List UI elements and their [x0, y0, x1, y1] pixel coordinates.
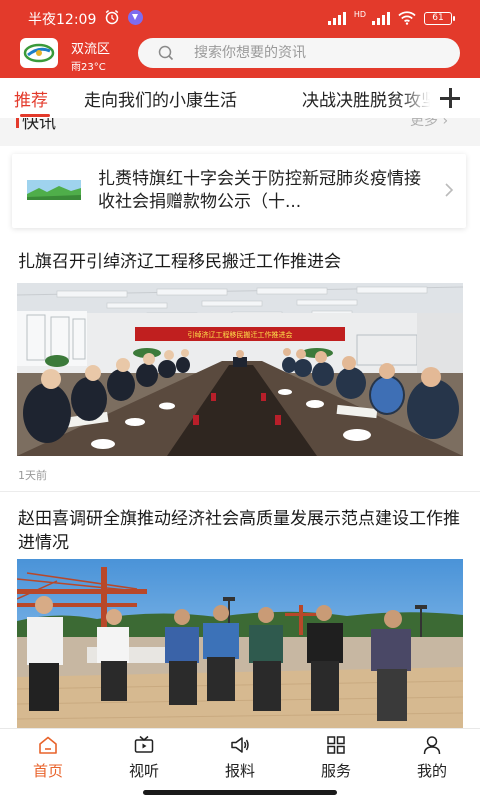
- nav-service-label: 服务: [320, 762, 351, 780]
- chevron-right-icon: [445, 183, 454, 197]
- nav-video-label: 视听: [128, 762, 159, 780]
- nav-report[interactable]: 报料: [192, 729, 288, 785]
- nav-home[interactable]: 首页: [0, 729, 96, 785]
- search-icon: [158, 45, 174, 61]
- nav-video[interactable]: 视听: [96, 729, 192, 785]
- news-title-2[interactable]: 赵田喜调研全旗推动经济社会高质量发展示范点建设工作推进情况: [18, 507, 462, 555]
- location-weather[interactable]: 双流区 雨23°C: [71, 38, 110, 73]
- alarm-icon: [105, 10, 119, 25]
- news-title-1[interactable]: 扎旗召开引绰济辽工程移民搬迁工作推进会: [18, 250, 462, 274]
- meeting-banner-text: 引绰济辽工程移民搬迁工作推进会: [188, 330, 293, 339]
- kuaixun-thumbnail: [27, 180, 81, 200]
- signal-icon-2: [372, 11, 390, 25]
- active-tab-indicator: [20, 114, 50, 117]
- signal-icon: [327, 11, 346, 25]
- add-channel-button[interactable]: [430, 78, 480, 118]
- kuaixun-item-title: 扎赉特旗红十字会关于防控新冠肺炎疫情接收社会捐赠款物公示（十...: [98, 169, 421, 212]
- status-time: 半夜12:09: [28, 12, 97, 28]
- download-notification-icon: [128, 10, 143, 25]
- home-indicator[interactable]: [143, 790, 337, 795]
- kuaixun-section-header: 快讯 更多 ›: [0, 118, 480, 146]
- news-feed[interactable]: 快讯 更多 › 扎赉特旗红十字会关于防控新冠肺炎疫情接收社会捐赠款物公示（十..…: [0, 118, 480, 728]
- channel-tabs: 推荐 走向我们的小康生活 决战决胜脱贫攻坚: [0, 78, 480, 118]
- tabs-fade: [400, 78, 430, 118]
- search-input[interactable]: [194, 43, 444, 63]
- search-bar[interactable]: [138, 38, 460, 68]
- more-link[interactable]: 更多 ›: [410, 118, 448, 130]
- person-icon: [423, 736, 441, 755]
- status-indicators: HD 61: [327, 10, 455, 26]
- section-marker: [16, 118, 19, 128]
- news-photo-2[interactable]: [17, 559, 463, 728]
- news-divider: [0, 491, 480, 492]
- grid-icon: [327, 736, 345, 754]
- tv-icon: [134, 735, 154, 753]
- kuaixun-card[interactable]: 扎赉特旗红十字会关于防控新冠肺炎疫情接收社会捐赠款物公示（十...: [12, 154, 466, 228]
- app-logo[interactable]: [20, 38, 58, 68]
- nav-mine[interactable]: 我的: [384, 729, 480, 785]
- nav-mine-label: 我的: [416, 762, 447, 780]
- status-bar: 半夜12:09 HD 61: [0, 0, 480, 34]
- app-header: 半夜12:09 HD 61 双流区 雨23°C: [0, 0, 480, 78]
- section-title: 快讯: [22, 118, 56, 133]
- nav-home-label: 首页: [32, 762, 63, 780]
- news-time-1: 1天前: [18, 469, 47, 482]
- weather-text: 雨23°C: [71, 62, 106, 73]
- news-photo-1[interactable]: 引绰济辽工程移民搬迁工作推进会: [17, 283, 463, 456]
- tab-xiaokang[interactable]: 走向我们的小康生活: [84, 86, 237, 111]
- city-name: 双流区: [71, 42, 111, 57]
- nav-service[interactable]: 服务: [288, 729, 384, 785]
- nav-report-label: 报料: [224, 762, 255, 780]
- home-icon: [39, 736, 57, 754]
- tab-recommend[interactable]: 推荐: [14, 86, 48, 111]
- megaphone-icon: [231, 737, 249, 753]
- battery-icon: 61: [424, 11, 455, 25]
- logo-mark-icon: [23, 43, 55, 63]
- wifi-icon: [398, 11, 416, 25]
- signal-label: HD: [353, 10, 366, 19]
